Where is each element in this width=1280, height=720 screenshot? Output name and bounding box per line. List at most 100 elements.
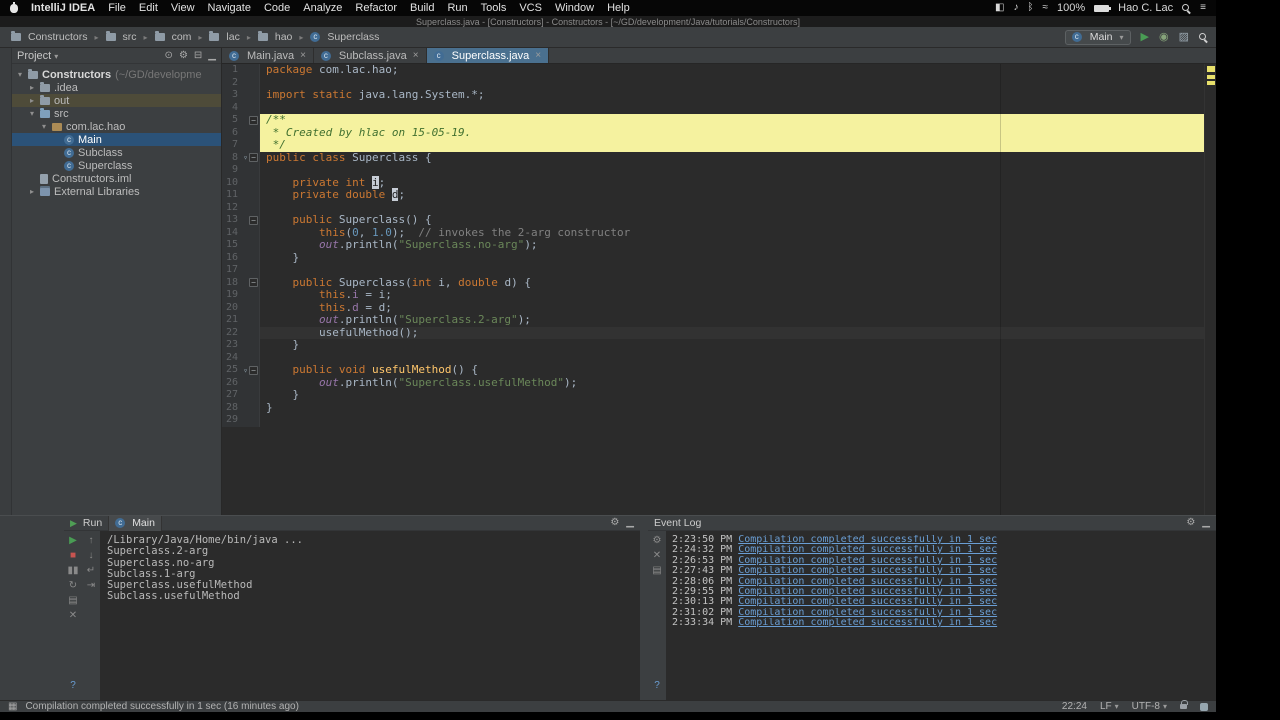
event-message-link[interactable]: Compilation completed successfully in 1 … [738, 535, 997, 545]
app-menu[interactable]: IntelliJ IDEA [31, 2, 95, 14]
stop-icon[interactable]: ■ [70, 551, 76, 561]
menu-item-view[interactable]: View [171, 2, 195, 14]
clear-icon[interactable]: ✕ [69, 611, 77, 621]
code-line[interactable]: 3 import static java.lang.System.*; [222, 88, 1204, 102]
menu-item-vcs[interactable]: VCS [519, 2, 542, 14]
tree-item-constructors[interactable]: ▾ Constructors (~/GD/developme [12, 68, 221, 81]
breadcrumb-com[interactable]: com [152, 30, 195, 44]
line-separator-select[interactable]: LF [1100, 701, 1119, 712]
close-icon[interactable] [413, 50, 419, 61]
debug-icon[interactable]: ◉ [1159, 31, 1169, 43]
spotlight-icon[interactable] [1182, 3, 1191, 13]
fold-marker-icon[interactable] [249, 365, 258, 375]
menu-item-refactor[interactable]: Refactor [355, 2, 397, 14]
soft-wrap-icon[interactable]: ↵ [87, 566, 95, 576]
menu-item-build[interactable]: Build [410, 2, 434, 14]
notification-center-icon[interactable]: ≡ [1200, 3, 1206, 13]
minimize-icon[interactable]: ▁ [626, 518, 634, 528]
tree-item-external-libraries[interactable]: ▸ External Libraries [12, 185, 221, 198]
event-message-link[interactable]: Compilation completed successfully in 1 … [738, 566, 997, 576]
error-stripe[interactable] [1204, 64, 1216, 515]
stripe-mark[interactable] [1207, 66, 1215, 72]
settings-icon[interactable]: ⚙ [179, 50, 188, 61]
menu-item-analyze[interactable]: Analyze [303, 2, 342, 14]
fold-marker-icon[interactable] [249, 115, 258, 125]
hide-panel-icon[interactable]: ▁ [208, 50, 216, 61]
code-line[interactable]: 15 out.println("Superclass.no-arg"); [222, 238, 1204, 252]
settings-icon[interactable]: ⚙ [610, 518, 619, 528]
event-message-link[interactable]: Compilation completed successfully in 1 … [738, 618, 997, 628]
stripe-mark[interactable] [1207, 81, 1215, 85]
breadcrumb-hao[interactable]: hao [255, 30, 296, 44]
code-line[interactable]: 28} [222, 401, 1204, 414]
tree-item--idea[interactable]: ▸ .idea [12, 81, 221, 94]
help-icon[interactable]: ? [70, 681, 76, 691]
code-editor[interactable]: 1 package com.lac.hao; 2 3 import static jav… [222, 64, 1204, 515]
run-configuration-select[interactable]: Main [1064, 29, 1131, 45]
code-line[interactable]: 6 * Created by hlac on 15-05-19. [222, 126, 1204, 139]
tab-subclass-java[interactable]: Subclass.java [313, 48, 427, 63]
down-stack-trace-icon[interactable]: ↓ [89, 551, 94, 561]
project-view-select[interactable]: Project [17, 50, 58, 62]
tree-item-constructors-iml[interactable]: Constructors.iml [12, 172, 221, 185]
tree-expand-arrow[interactable]: ▸ [30, 83, 40, 92]
event-message-link[interactable]: Compilation completed successfully in 1 … [738, 587, 997, 597]
code-line[interactable]: 26 out.println("Superclass.usefulMethod"… [222, 376, 1204, 389]
caret-position[interactable]: 22:24 [1062, 701, 1087, 712]
code-line[interactable]: 29 [222, 414, 1204, 427]
tab-superclass-java[interactable]: Superclass.java [426, 48, 550, 63]
menu-item-tools[interactable]: Tools [481, 2, 507, 14]
status-message[interactable]: Compilation completed successfully in 1 … [25, 701, 298, 712]
overridden-marker-icon[interactable] [243, 153, 248, 162]
breadcrumb-constructors[interactable]: Constructors [8, 30, 91, 44]
menu-item-run[interactable]: Run [447, 2, 467, 14]
tab-main-java[interactable]: Main.java [222, 48, 314, 63]
tree-item-out[interactable]: ▸ out [12, 94, 221, 107]
stripe-mark[interactable] [1207, 75, 1215, 79]
fold-marker-icon[interactable] [249, 153, 258, 163]
menu-item-file[interactable]: File [108, 2, 126, 14]
up-stack-trace-icon[interactable]: ↑ [89, 536, 94, 546]
scroll-to-end-icon[interactable]: ⇥ [87, 581, 95, 591]
mark-all-read-icon[interactable]: ▤ [652, 566, 661, 576]
event-message-link[interactable]: Compilation completed successfully in 1 … [738, 545, 997, 555]
code-line[interactable]: 22 usefulMethod(); [222, 326, 1204, 339]
tree-item-subclass[interactable]: Subclass [12, 146, 221, 159]
breadcrumb-src[interactable]: src [103, 30, 140, 44]
volume-icon[interactable]: ♪ [1013, 3, 1018, 13]
encoding-select[interactable]: UTF-8 [1132, 701, 1167, 712]
tree-item-com-lac-hao[interactable]: ▾ com.lac.hao [12, 120, 221, 133]
tree-expand-arrow[interactable]: ▾ [18, 70, 28, 79]
search-everywhere-icon[interactable] [1199, 32, 1208, 42]
fold-marker-icon[interactable] [249, 215, 258, 225]
run-icon[interactable]: ▶ [1141, 31, 1149, 43]
event-log-list[interactable]: 2:23:50 PM Compilation completed successf… [666, 531, 1216, 700]
pane-splitter[interactable] [640, 515, 648, 700]
code-line[interactable]: 16 } [222, 251, 1204, 264]
tree-expand-arrow[interactable]: ▸ [30, 187, 40, 196]
code-line[interactable]: 8 public class Superclass { [222, 151, 1204, 164]
code-line[interactable]: 4 [222, 101, 1204, 114]
settings-icon[interactable]: ⚙ [1186, 518, 1195, 528]
menu-item-code[interactable]: Code [264, 2, 290, 14]
tree-item-main[interactable]: Main [12, 133, 221, 146]
code-line[interactable]: 1 package com.lac.hao; [222, 64, 1204, 77]
rerun-icon[interactable]: ▶ [69, 536, 77, 546]
code-line[interactable]: 11 private double d; [222, 188, 1204, 202]
toolwindow-toggle-icon[interactable]: ▦ [8, 701, 17, 712]
breadcrumb-superclass[interactable]: Superclass [307, 30, 382, 44]
fold-marker-icon[interactable] [249, 278, 258, 288]
menu-item-edit[interactable]: Edit [139, 2, 158, 14]
display-icon[interactable]: ◧ [995, 3, 1004, 13]
close-icon[interactable] [300, 50, 306, 61]
print-icon[interactable]: ▤ [68, 596, 77, 606]
collapse-all-icon[interactable]: ⊟ [194, 50, 202, 61]
settings-icon[interactable]: ⚙ [653, 536, 662, 546]
breadcrumb-lac[interactable]: lac [206, 30, 242, 44]
overridden-marker-icon[interactable] [243, 366, 248, 375]
tree-item-superclass[interactable]: Superclass [12, 159, 221, 172]
close-icon[interactable] [535, 50, 541, 61]
code-line[interactable]: 23 } [222, 338, 1204, 352]
scroll-from-source-icon[interactable]: ⊙ [165, 50, 173, 61]
help-icon[interactable]: ? [654, 681, 660, 691]
